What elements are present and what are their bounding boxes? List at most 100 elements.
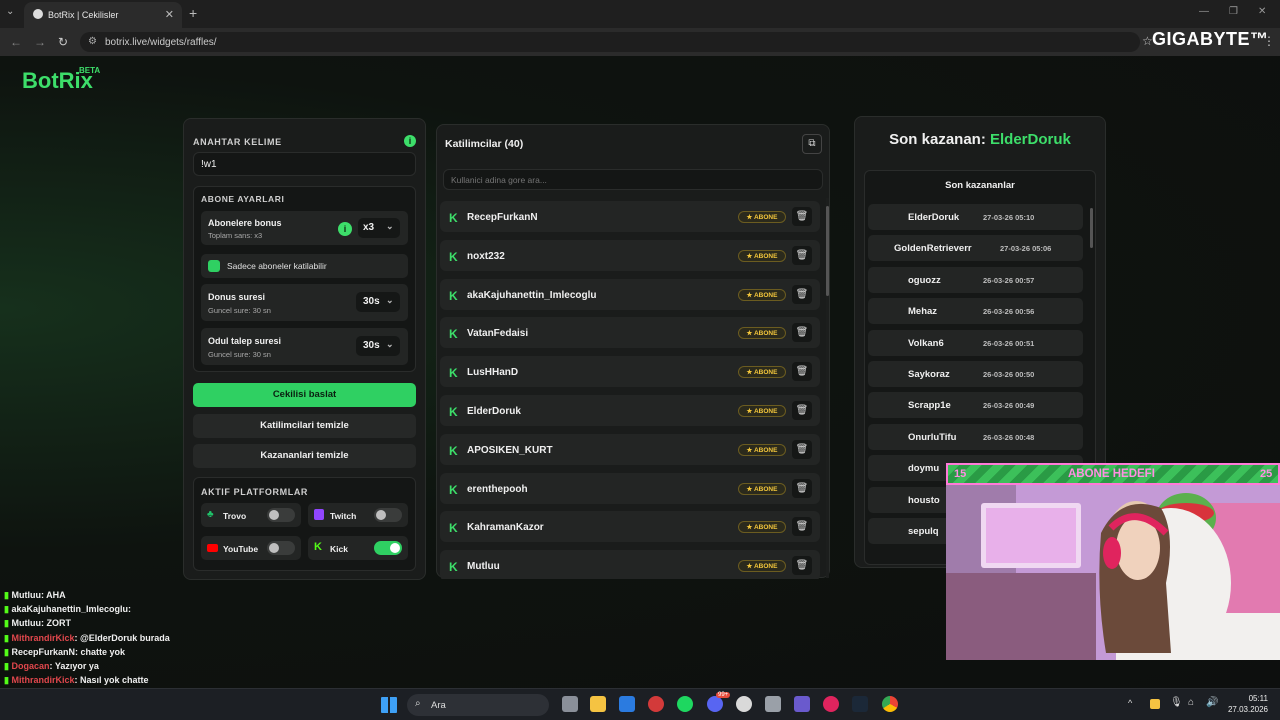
trovo-toggle[interactable] <box>267 508 295 522</box>
clock-date[interactable]: 27.03.2026 <box>1220 705 1268 714</box>
kick-icon: K <box>449 482 458 497</box>
participants-scrollbar-thumb[interactable] <box>826 206 829 296</box>
platform-youtube: YouTube <box>201 536 301 560</box>
delete-participant-icon[interactable]: 🗑 <box>792 207 812 226</box>
app-icon[interactable] <box>765 696 781 712</box>
discord-icon[interactable] <box>707 696 723 712</box>
opera-icon[interactable] <box>823 696 839 712</box>
delete-participant-icon[interactable]: 🗑 <box>792 439 812 459</box>
microphone-icon[interactable]: 🎙 <box>1170 697 1183 708</box>
only-subscribers-checkbox[interactable] <box>208 260 220 272</box>
app-icon[interactable] <box>794 696 810 712</box>
settings-icon[interactable] <box>736 696 752 712</box>
participant-name: VatanFedaisi <box>467 328 529 340</box>
winner-row: GoldenRetrieverr 27-03-26 05:06 <box>868 235 1083 262</box>
subscriber-bonus-value: x3 <box>363 222 375 233</box>
chat-message: ▮ Mutluu: ZORT <box>4 618 71 629</box>
minimize-icon[interactable]: — <box>1199 6 1209 17</box>
maximize-icon[interactable]: ❐ <box>1229 6 1238 17</box>
subscriber-bonus-select[interactable]: x3 ⌄ <box>358 218 400 238</box>
browser-menu-icon[interactable]: ⋮ <box>1263 34 1275 48</box>
info-icon[interactable]: i <box>404 135 416 147</box>
subscriber-badge: ★ ABONE <box>738 366 786 379</box>
participant-search-input[interactable] <box>443 169 823 190</box>
participant-row: K LusHHanD ★ ABONE 🗑 <box>440 356 820 388</box>
close-tab-icon[interactable]: ✕ <box>165 8 174 21</box>
platform-twitch: Twitch <box>308 503 408 527</box>
site-info-icon[interactable]: ⚙ <box>88 36 97 47</box>
volume-icon[interactable]: 🔊 <box>1206 697 1218 708</box>
app-icon[interactable] <box>648 696 664 712</box>
delete-participant-icon[interactable]: 🗑 <box>792 517 812 537</box>
taskbar-search[interactable]: ⌕ Ara <box>407 694 549 716</box>
chrome-icon[interactable] <box>882 696 898 712</box>
delete-participant-icon[interactable]: 🗑 <box>792 478 812 498</box>
copy-icon[interactable]: ⧉ <box>802 134 822 154</box>
winner-name: doymu <box>908 463 940 475</box>
clear-winners-button[interactable]: Kazananlari temizle <box>193 444 416 468</box>
claim-time-sub: Guncel sure: 30 sn <box>208 350 271 359</box>
winner-name: oguozz <box>908 274 941 286</box>
tab-list-chevron-icon[interactable]: ⌄ <box>6 6 14 17</box>
winner-row: OnurluTifu 26-03-26 00:48 <box>868 423 1083 450</box>
network-icon[interactable]: ⌂ <box>1188 697 1194 708</box>
task-view-icon[interactable] <box>562 696 578 712</box>
badge-icon: ▮ <box>4 604 9 615</box>
badge-icon: ▮ <box>4 661 9 671</box>
subscriber-badge-label: ABONE <box>753 446 778 454</box>
delete-participant-icon[interactable]: 🗑 <box>792 323 812 343</box>
winner-row: ElderDoruk 27-03-26 05:10 <box>868 204 1083 230</box>
participant-row: K Mutluu ★ ABONE 🗑 <box>440 550 820 579</box>
close-window-icon[interactable]: ✕ <box>1258 6 1266 17</box>
delete-participant-icon[interactable]: 🗑 <box>792 362 812 382</box>
winner-row: Volkan6 26-03-26 00:51 <box>868 329 1083 356</box>
windows-start-icon[interactable] <box>381 697 397 713</box>
platform-name: Kick <box>330 544 348 554</box>
delete-participant-icon[interactable]: 🗑 <box>792 284 812 304</box>
claim-time-select[interactable]: 30s ⌄ <box>356 336 400 356</box>
badge-icon: ▮ <box>4 646 9 657</box>
twitch-toggle[interactable] <box>374 508 402 522</box>
mail-icon[interactable] <box>619 696 635 712</box>
url-field[interactable]: ⚙ botrix.live/widgets/raffles/ <box>80 32 1140 52</box>
taskbar-search-label: Ara <box>431 700 446 711</box>
back-icon[interactable]: ← <box>10 35 22 49</box>
winner-name: sepulq <box>908 526 939 537</box>
forward-icon[interactable]: → <box>34 35 46 49</box>
goal-title: ABONE HEDEFI <box>1068 468 1155 480</box>
tray-chevron-icon[interactable]: ^ <box>1128 698 1132 708</box>
participant-row: K RecepFurkanN ★ ABONE 🗑 <box>440 201 820 232</box>
reload-icon[interactable]: ↻ <box>58 35 68 49</box>
browser-tab[interactable]: BotRix | Cekilisler ✕ <box>24 2 182 28</box>
chat-user: MithrandirKick <box>11 675 75 686</box>
clear-participants-button[interactable]: Katilimcilari temizle <box>193 414 416 438</box>
delete-participant-icon[interactable]: 🗑 <box>792 245 812 265</box>
clock-time[interactable]: 05:11 <box>1220 694 1268 703</box>
only-subscribers-row[interactable]: Sadece aboneler katilabilir <box>201 254 408 278</box>
bonus-time-value: 30s <box>363 296 380 307</box>
keyword-input[interactable]: !w1 <box>193 152 416 176</box>
chat-user: Dogacan <box>11 661 50 671</box>
subscriber-badge-label: ABONE <box>753 524 778 532</box>
youtube-toggle[interactable] <box>267 541 295 555</box>
bonus-time-row: Donus suresi Guncel sure: 30 sn 30s ⌄ <box>201 284 408 321</box>
file-explorer-icon[interactable] <box>590 696 606 712</box>
new-tab-icon[interactable]: + <box>189 5 197 21</box>
steam-icon[interactable] <box>852 696 868 712</box>
platform-kick: K Kick <box>308 536 408 560</box>
participant-row: KakaKajuhanettin_Imlecoglu ★ ABONE 🗑 <box>440 278 820 310</box>
spotify-icon[interactable] <box>677 696 693 712</box>
youtube-icon <box>207 544 218 552</box>
subscriber-badge: ★ ABONE <box>738 482 786 495</box>
chat-user: MithrandirKick <box>11 632 75 643</box>
delete-participant-icon[interactable]: 🗑 <box>792 401 812 420</box>
tray-app-icon[interactable] <box>1150 699 1160 709</box>
delete-participant-icon[interactable]: 🗑 <box>792 556 812 576</box>
winners-scrollbar-thumb[interactable] <box>1090 208 1093 248</box>
winner-name: Volkan6 <box>908 337 944 349</box>
start-raffle-button[interactable]: Cekilisi baslat <box>193 383 416 407</box>
chat-user: Mutluu <box>11 590 41 600</box>
kick-toggle[interactable] <box>374 541 402 555</box>
bonus-info-icon[interactable]: i <box>338 222 352 236</box>
bonus-time-select[interactable]: 30s ⌄ <box>356 292 400 312</box>
